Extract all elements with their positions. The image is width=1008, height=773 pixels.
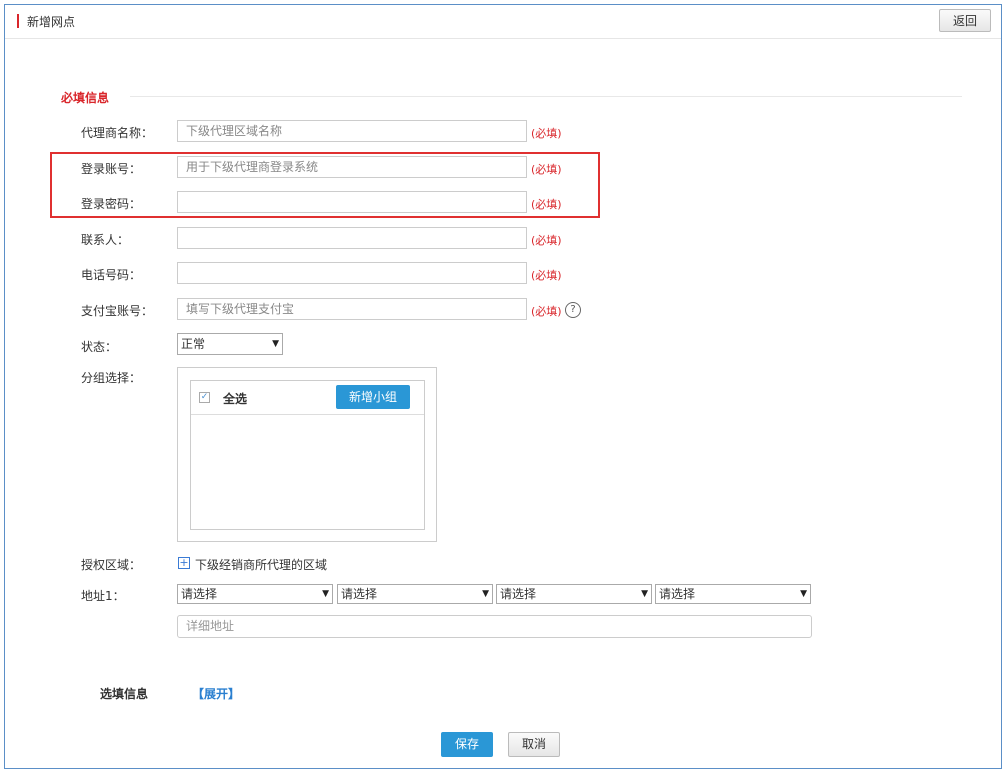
help-icon[interactable]: ?: [565, 302, 581, 318]
title-marker: [17, 14, 19, 28]
highlight-box: [50, 152, 600, 218]
add-group-button[interactable]: 新增小组: [336, 385, 410, 409]
auth-region-label: 授权区域：: [81, 558, 142, 572]
chevron-down-icon: ▼: [641, 589, 648, 599]
page-title: 新增网点: [27, 15, 76, 29]
group-panel: ✓ 全选 新增小组: [177, 367, 437, 542]
contact-input[interactable]: [177, 227, 527, 249]
chevron-down-icon: ▼: [482, 589, 489, 599]
save-button[interactable]: 保存: [441, 732, 493, 757]
plus-icon[interactable]: +: [178, 557, 190, 569]
select-all-checkbox[interactable]: ✓: [199, 392, 210, 403]
chevron-down-icon: ▼: [322, 589, 329, 599]
expand-link[interactable]: 【展开】: [192, 685, 240, 702]
page-frame: 新增网点 返回 必填信息 代理商名称： 下级代理区域名称 (必填) 登录账号： …: [4, 4, 1002, 769]
address-select-value: 请选择: [341, 587, 378, 601]
phone-required: (必填): [531, 269, 562, 282]
group-label: 分组选择：: [81, 371, 142, 385]
address-select-value: 请选择: [500, 587, 537, 601]
phone-input[interactable]: [177, 262, 527, 284]
address-select-value: 请选择: [659, 587, 696, 601]
alipay-label: 支付宝账号：: [81, 304, 154, 318]
phone-label: 电话号码：: [81, 268, 142, 282]
contact-label: 联系人：: [81, 233, 130, 247]
group-list-header: ✓ 全选 新增小组: [191, 381, 424, 415]
contact-required: (必填): [531, 234, 562, 247]
address-select-province[interactable]: 请选择 ▼: [177, 584, 333, 604]
address-select-city[interactable]: 请选择 ▼: [337, 584, 493, 604]
address-select-district[interactable]: 请选择 ▼: [496, 584, 652, 604]
alipay-input[interactable]: 填写下级代理支付宝: [177, 298, 527, 320]
select-all-label: 全选: [223, 392, 248, 406]
chevron-down-icon: ▼: [800, 589, 807, 599]
alipay-required: (必填): [531, 305, 562, 318]
address-select-value: 请选择: [181, 587, 218, 601]
agent-name-input[interactable]: 下级代理区域名称: [177, 120, 527, 142]
required-section-title: 必填信息: [61, 91, 110, 105]
address-detail-input[interactable]: 详细地址: [177, 615, 812, 638]
auth-region-action[interactable]: 下级经销商所代理的区域: [195, 556, 327, 573]
back-button[interactable]: 返回: [939, 9, 991, 32]
chevron-down-icon: ▼: [272, 339, 279, 349]
cancel-button[interactable]: 取消: [508, 732, 560, 757]
address-select-street[interactable]: 请选择 ▼: [655, 584, 811, 604]
status-select-value: 正常: [181, 337, 206, 351]
group-list: ✓ 全选 新增小组: [190, 380, 425, 530]
agent-name-required: (必填): [531, 127, 562, 140]
top-bar: 新增网点 返回: [5, 5, 1001, 39]
optional-section-title: 选填信息: [100, 687, 149, 701]
address-label: 地址1：: [81, 589, 125, 603]
status-select[interactable]: 正常 ▼: [177, 333, 283, 355]
agent-name-label: 代理商名称：: [81, 126, 154, 140]
status-label: 状态：: [81, 340, 118, 354]
section-divider: [130, 96, 962, 97]
